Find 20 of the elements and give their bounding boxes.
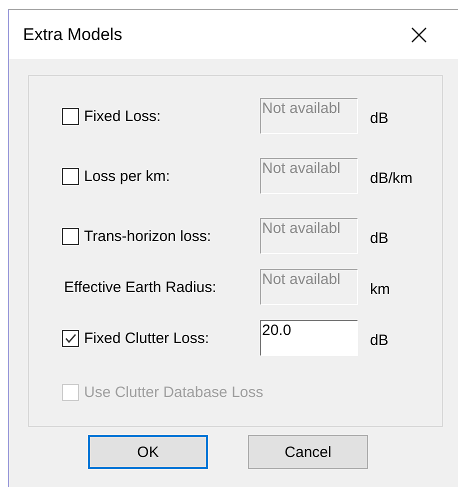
checkbox-label: Fixed Clutter Loss: [84,330,210,346]
checkbox[interactable] [62,330,79,346]
input-field[interactable]: 20.0 [260,320,358,356]
ok-button[interactable]: OK [88,435,208,469]
close-icon[interactable] [411,26,427,42]
checkbox-label: Use Clutter Database Loss [84,384,264,401]
checkbox[interactable] [62,228,79,244]
unit-label: dB [370,330,390,348]
field-label: Effective Earth Radius: [64,278,216,296]
unit-label: dB [370,108,390,126]
checkbox-label: Fixed Loss: [84,108,161,124]
checkbox-label: Trans-horizon loss: [84,228,211,244]
cancel-button[interactable]: Cancel [248,435,368,469]
unit-label: dB [370,228,390,246]
checkbox[interactable] [62,168,79,184]
checkbox-label: Loss per km: [84,168,170,184]
window-title: Extra Models [23,24,122,44]
unit-label: dB/km [370,168,414,186]
checkbox[interactable] [62,108,79,124]
unit-label: km [370,280,391,298]
